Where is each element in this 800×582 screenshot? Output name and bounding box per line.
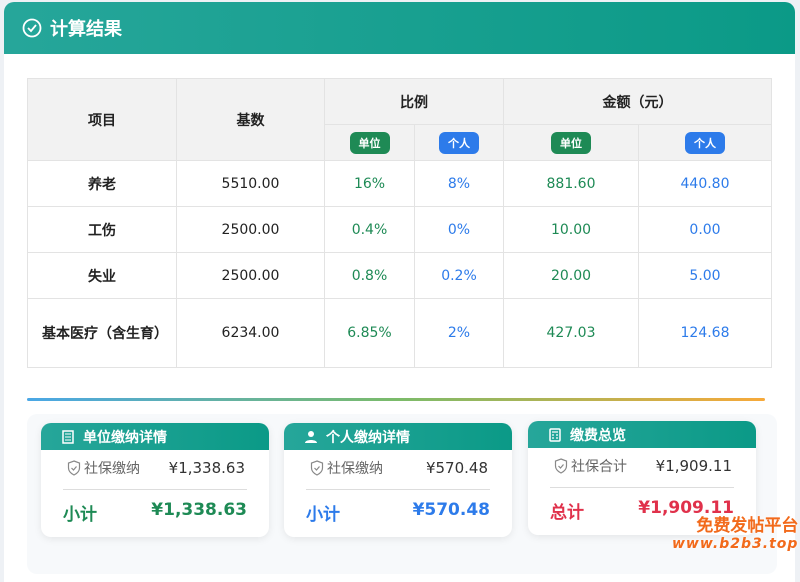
table-row: 基本医疗（含生育） 6234.00 6.85% 2% 427.03 124.68 <box>27 298 772 368</box>
table-row: 失业 2500.00 0.8% 0.2% 20.00 5.00 <box>27 252 772 299</box>
cell-base: 2500.00 <box>176 252 325 299</box>
cell-ru: 0.4% <box>324 206 415 253</box>
total-value: ¥570.48 <box>412 500 490 520</box>
result-table: 项目 基数 比例 金额（元） 单位 个人 单位 个人 养老 5510.00 16% 8% 88… <box>27 78 772 368</box>
unit-badge: 单位 <box>551 131 591 154</box>
check-circle-icon <box>22 18 42 38</box>
cell-ru: 16% <box>324 160 415 207</box>
cell-base: 5510.00 <box>176 160 325 207</box>
total-label: 小计 <box>306 505 340 525</box>
item-label: 社保缴纳 <box>327 461 383 477</box>
cell-au: 427.03 <box>503 298 639 368</box>
cell-item: 养老 <box>27 160 177 207</box>
user-icon <box>305 430 317 443</box>
card-header: 缴费总览 <box>528 421 756 448</box>
cell-rp: 0.2% <box>414 252 504 299</box>
cell-rp: 2% <box>414 298 504 368</box>
table-row: 工伤 2500.00 0.4% 0% 10.00 0.00 <box>27 206 772 253</box>
divider <box>63 489 247 490</box>
table-row: 养老 5510.00 16% 8% 881.60 440.80 <box>27 160 772 207</box>
card-title: 个人缴纳详情 <box>326 429 410 446</box>
col-amount: 金额（元） <box>503 78 772 125</box>
cell-au: 20.00 <box>503 252 639 299</box>
divider <box>550 487 734 488</box>
col-item: 项目 <box>27 78 177 161</box>
panel-title: 计算结果 <box>50 19 122 40</box>
personal-badge: 个人 <box>685 131 725 154</box>
divider <box>306 489 490 490</box>
total-label: 总计 <box>550 503 584 523</box>
cell-ap: 0.00 <box>638 206 772 253</box>
card-title: 单位缴纳详情 <box>83 429 167 446</box>
cell-item: 基本医疗（含生育） <box>27 298 177 368</box>
calculator-icon <box>549 427 561 442</box>
shield-check-icon <box>310 460 324 476</box>
panel-header: 计算结果 <box>4 2 795 54</box>
cell-rp: 8% <box>414 160 504 207</box>
cell-base: 2500.00 <box>176 206 325 253</box>
cell-item: 工伤 <box>27 206 177 253</box>
result-panel: 计算结果 项目 基数 比例 金额（元） 单位 个人 单位 个人 养老 5510.00 16… <box>4 2 795 582</box>
card-header: 个人缴纳详情 <box>284 423 512 450</box>
total-label: 小计 <box>63 505 97 525</box>
cell-ru: 0.8% <box>324 252 415 299</box>
building-icon <box>62 429 74 444</box>
unit-badge: 单位 <box>349 131 390 154</box>
summary-card: 单位缴纳详情 社保缴纳 ¥1,338.63 小计 ¥1,338.63 <box>41 423 269 537</box>
watermark: 免费发帖平台 www.b2b3.top <box>672 516 799 552</box>
item-label: 社保缴纳 <box>84 461 140 477</box>
total-value: ¥1,338.63 <box>151 500 247 520</box>
item-label: 社保合计 <box>571 459 627 475</box>
item-value: ¥1,909.11 <box>655 457 732 475</box>
cell-ap: 440.80 <box>638 160 772 207</box>
col-ratio: 比例 <box>324 78 504 125</box>
cell-au: 10.00 <box>503 206 639 253</box>
card-title: 缴费总览 <box>570 427 626 444</box>
item-value: ¥1,338.63 <box>168 459 245 477</box>
cell-ru: 6.85% <box>324 298 415 368</box>
gradient-divider <box>27 398 765 401</box>
item-value: ¥570.48 <box>425 459 488 477</box>
cell-base: 6234.00 <box>176 298 325 368</box>
shield-check-icon <box>554 458 568 474</box>
shield-check-icon <box>67 460 81 476</box>
summary-card: 个人缴纳详情 社保缴纳 ¥570.48 小计 ¥570.48 <box>284 423 512 537</box>
personal-badge: 个人 <box>439 131 479 154</box>
col-base: 基数 <box>176 78 325 161</box>
cell-item: 失业 <box>27 252 177 299</box>
cell-ap: 5.00 <box>638 252 772 299</box>
cell-ap: 124.68 <box>638 298 772 368</box>
cell-au: 881.60 <box>503 160 639 207</box>
card-header: 单位缴纳详情 <box>41 423 269 450</box>
cell-rp: 0% <box>414 206 504 253</box>
